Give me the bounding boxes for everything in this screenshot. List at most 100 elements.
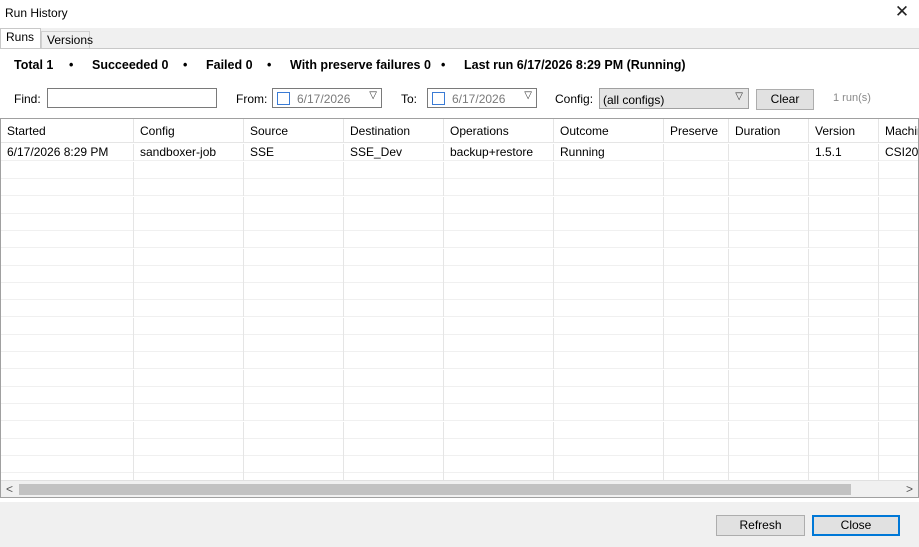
- empty-cell: [554, 300, 664, 318]
- empty-cell: [344, 196, 444, 214]
- find-input[interactable]: [47, 88, 217, 108]
- empty-cell: [809, 162, 879, 179]
- empty-cell: [444, 456, 554, 474]
- empty-cell: [134, 179, 244, 197]
- scrollbar-thumb[interactable]: [19, 484, 851, 495]
- empty-cell: [134, 352, 244, 370]
- empty-cell: [244, 231, 344, 249]
- refresh-button[interactable]: Refresh: [716, 515, 805, 536]
- summary-succeeded: Succeeded 0: [92, 58, 169, 72]
- empty-cell: [344, 283, 444, 301]
- empty-cell: [664, 317, 729, 335]
- chevron-down-icon[interactable]: ▽: [369, 90, 377, 101]
- empty-cell: [809, 386, 879, 404]
- empty-cell: [444, 248, 554, 266]
- empty-cell: [664, 248, 729, 266]
- empty-cell: [664, 335, 729, 352]
- empty-cell: [554, 438, 664, 456]
- empty-table-row: [1, 352, 918, 370]
- empty-cell: [809, 352, 879, 370]
- close-button[interactable]: Close: [812, 515, 900, 536]
- empty-cell: [879, 370, 918, 387]
- empty-cell: [134, 404, 244, 422]
- empty-cell: [244, 352, 344, 370]
- empty-cell: [554, 404, 664, 422]
- empty-cell: [444, 213, 554, 231]
- empty-cell: [809, 421, 879, 439]
- column-header-preserve[interactable]: Preserve: [664, 119, 729, 143]
- empty-cell: [554, 317, 664, 335]
- empty-cell: [809, 283, 879, 301]
- empty-cell: [134, 438, 244, 456]
- empty-cell: [1, 456, 134, 474]
- empty-cell: [1, 231, 134, 249]
- empty-cell: [344, 231, 444, 249]
- empty-cell: [809, 438, 879, 456]
- empty-cell: [809, 231, 879, 249]
- column-header-version[interactable]: Version: [809, 119, 879, 143]
- runs-table[interactable]: Started Config Source Destination Operat…: [0, 118, 919, 498]
- cell-duration: [729, 144, 809, 161]
- column-header-started[interactable]: Started: [1, 119, 134, 143]
- empty-cell: [1, 335, 134, 352]
- config-select[interactable]: (all configs) ▽: [599, 88, 749, 109]
- empty-cell: [879, 231, 918, 248]
- column-header-config[interactable]: Config: [134, 119, 244, 143]
- empty-cell: [244, 196, 344, 214]
- empty-cell: [444, 335, 554, 352]
- empty-cell: [1, 179, 134, 197]
- empty-table-row: [1, 421, 918, 439]
- empty-cell: [879, 179, 918, 196]
- empty-cell: [134, 335, 244, 352]
- scroll-left-icon[interactable]: <: [1, 481, 18, 498]
- column-header-destination[interactable]: Destination: [344, 119, 444, 143]
- chevron-down-icon[interactable]: ▽: [735, 91, 743, 102]
- empty-cell: [1, 369, 134, 387]
- empty-cell: [664, 369, 729, 387]
- empty-cell: [244, 213, 344, 231]
- to-date-picker[interactable]: 6/17/2026 ▽: [427, 88, 537, 108]
- column-header-duration[interactable]: Duration: [729, 119, 809, 143]
- empty-cell: [729, 213, 809, 231]
- empty-cell: [729, 335, 809, 352]
- summary-preserve-failures: With preserve failures 0: [290, 58, 431, 72]
- empty-cell: [664, 265, 729, 283]
- summary-total: Total 1: [14, 58, 54, 72]
- close-icon[interactable]: ✕: [891, 2, 913, 24]
- table-row[interactable]: 6/17/2026 8:29 PM sandboxer-job SSE SSE_…: [1, 144, 918, 161]
- cell-machine: CSI2023: [879, 144, 918, 161]
- from-date-checkbox[interactable]: [277, 92, 290, 105]
- cell-version: 1.5.1: [809, 144, 879, 161]
- separator: •: [267, 58, 272, 72]
- column-header-machine[interactable]: Machine: [879, 119, 918, 143]
- empty-cell: [554, 265, 664, 283]
- from-date-picker[interactable]: 6/17/2026 ▽: [272, 88, 382, 108]
- empty-cell: [344, 438, 444, 456]
- chevron-down-icon[interactable]: ▽: [524, 90, 532, 101]
- empty-cell: [809, 335, 879, 352]
- empty-cell: [1, 404, 134, 422]
- empty-table-row: [1, 456, 918, 474]
- column-header-operations[interactable]: Operations: [444, 119, 554, 143]
- empty-cell: [244, 369, 344, 387]
- to-date-checkbox[interactable]: [432, 92, 445, 105]
- column-header-outcome[interactable]: Outcome: [554, 119, 664, 143]
- empty-cell: [244, 317, 344, 335]
- empty-cell: [344, 352, 444, 370]
- scroll-right-icon[interactable]: >: [901, 481, 918, 498]
- horizontal-scrollbar[interactable]: < >: [1, 480, 918, 497]
- tab-versions[interactable]: Versions: [41, 31, 93, 49]
- column-header-source[interactable]: Source: [244, 119, 344, 143]
- empty-table-row: [1, 335, 918, 352]
- clear-button[interactable]: Clear: [756, 89, 814, 110]
- empty-cell: [134, 265, 244, 283]
- empty-cell: [134, 196, 244, 214]
- empty-cell: [444, 300, 554, 318]
- empty-cell: [664, 179, 729, 197]
- empty-cell: [729, 421, 809, 439]
- empty-cell: [879, 335, 918, 352]
- tab-runs[interactable]: Runs: [0, 28, 41, 49]
- empty-cell: [134, 283, 244, 301]
- empty-cell: [244, 421, 344, 439]
- empty-cell: [809, 196, 879, 214]
